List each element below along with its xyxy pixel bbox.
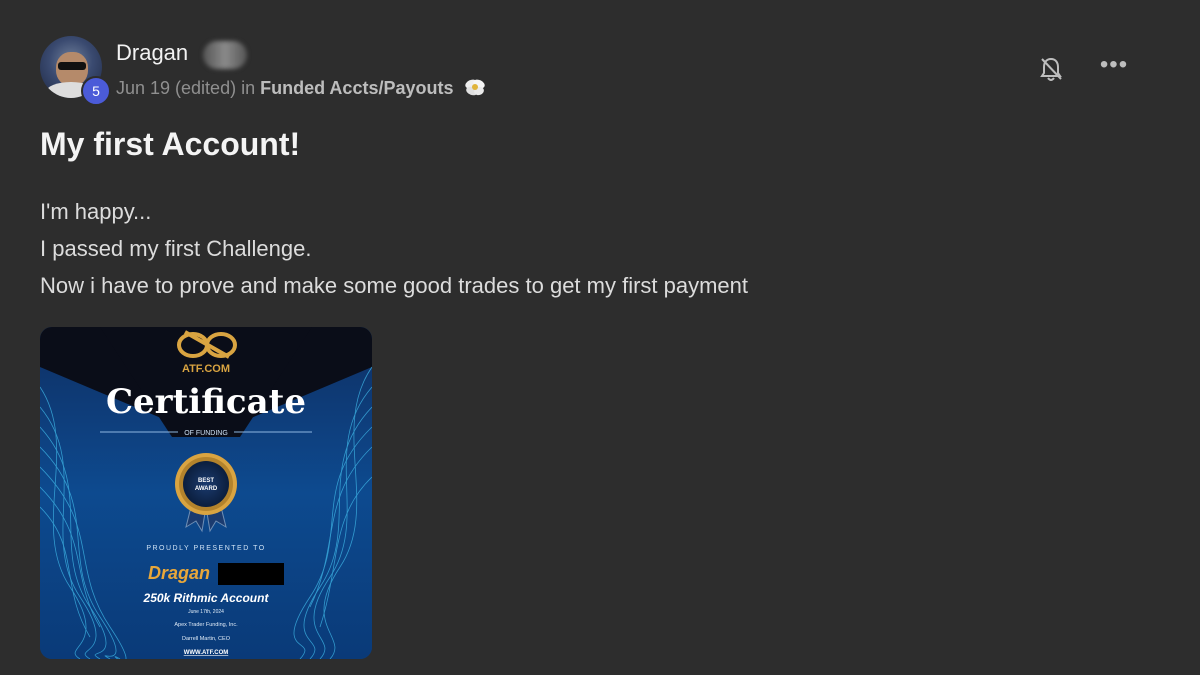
author-avatar-container[interactable]: 5 bbox=[40, 36, 111, 106]
redacted-surname bbox=[203, 41, 247, 69]
cert-recipient: Dragan bbox=[148, 563, 210, 583]
post-card: 5 Dragan Jun 19 (edited) in Funded Accts… bbox=[0, 0, 1200, 675]
category-link[interactable]: Funded Accts/Payouts bbox=[260, 78, 453, 98]
cert-brand: ATF.COM bbox=[182, 363, 230, 375]
cert-heading: Certificate bbox=[106, 382, 306, 422]
post-date: Jun 19 (edited) in bbox=[116, 78, 256, 98]
redacted-recipient-surname bbox=[218, 563, 284, 585]
cert-date: June 17th, 2024 bbox=[188, 609, 224, 615]
cert-website: WWW.ATF.COM bbox=[184, 650, 229, 656]
certificate-image-attachment[interactable]: ATF.COM Certificate OF FUNDING BEST AWAR… bbox=[40, 327, 372, 659]
cert-subheading: OF FUNDING bbox=[184, 430, 228, 437]
bell-off-icon bbox=[1040, 57, 1062, 81]
level-badge: 5 bbox=[81, 76, 111, 106]
certificate-image: ATF.COM Certificate OF FUNDING BEST AWAR… bbox=[40, 327, 372, 659]
more-options-icon: ••• bbox=[1099, 51, 1129, 78]
cert-signer: Darrell Martin, CEO bbox=[182, 636, 231, 642]
flower-icon bbox=[463, 77, 487, 97]
post-meta: Jun 19 (edited) in Funded Accts/Payouts bbox=[116, 77, 487, 99]
cert-presented: PROUDLY PRESENTED TO bbox=[146, 545, 265, 552]
more-options-button[interactable]: ••• bbox=[1098, 53, 1130, 80]
post-body: I'm happy... I passed my first Challenge… bbox=[40, 193, 748, 304]
post-line: Now i have to prove and make some good t… bbox=[40, 273, 749, 298]
seal-line1: BEST bbox=[198, 478, 214, 484]
post-line: I passed my first Challenge. bbox=[40, 236, 312, 261]
author-name[interactable]: Dragan bbox=[116, 40, 188, 66]
post-title: My first Account! bbox=[40, 126, 301, 162]
post-line: I'm happy... bbox=[40, 199, 152, 224]
cert-company: Apex Trader Funding, Inc. bbox=[174, 622, 238, 628]
seal-line2: AWARD bbox=[195, 486, 218, 492]
notification-bell-button[interactable] bbox=[1036, 54, 1066, 84]
cert-account: 250k Rithmic Account bbox=[143, 591, 270, 605]
